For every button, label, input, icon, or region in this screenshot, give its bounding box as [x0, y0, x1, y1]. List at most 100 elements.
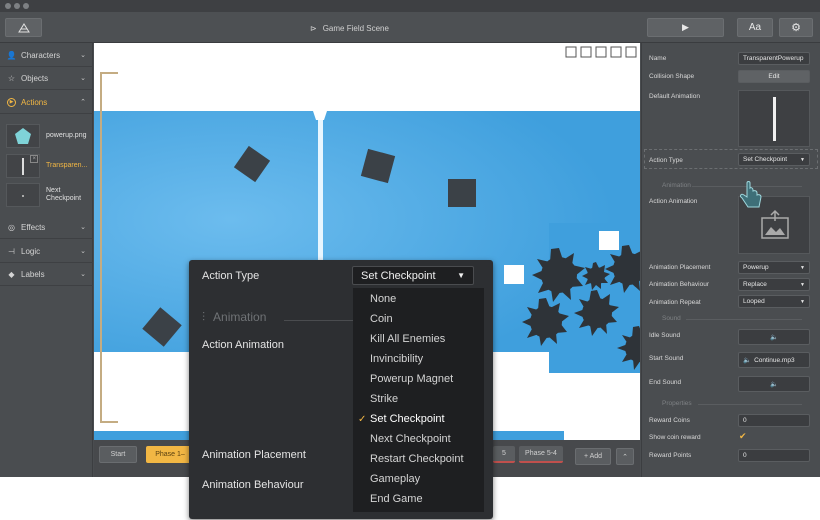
- selection-bracket-left: [100, 72, 118, 74]
- sidebar-item-objects[interactable]: ☆ Objects ⌄: [0, 67, 93, 90]
- sidebar-item-label: Logic: [21, 246, 41, 256]
- sidebar-item-labels[interactable]: ◆ Labels ⌄: [0, 263, 93, 286]
- animation-placement-dropdown[interactable]: Powerup ▼: [738, 261, 810, 274]
- sidebar-item-label: Actions: [21, 97, 48, 107]
- minimize-window-dot[interactable]: [14, 3, 20, 9]
- asset-next-checkpoint[interactable]: Next Checkpoint: [0, 182, 93, 208]
- option-coin[interactable]: Coin: [353, 309, 484, 329]
- chevron-down-icon: ⌄: [80, 271, 86, 278]
- idle-sound-field[interactable]: 🔈: [738, 329, 810, 345]
- selection-bracket-vertical: [100, 72, 102, 423]
- sidebar: 👤 Characters ⌄ ☆ Objects ⌄ ▶ Actions ⌃ p…: [0, 43, 93, 477]
- name-label: Name: [649, 55, 667, 62]
- option-none[interactable]: None: [353, 289, 484, 309]
- toolbar: ⊳ Game Field Scene ▶ Aa ⚙: [0, 12, 820, 43]
- option-restart-checkpoint[interactable]: Restart Checkpoint: [353, 449, 484, 469]
- start-phase-button[interactable]: Start: [99, 446, 137, 463]
- chevron-down-icon: ⌄: [80, 248, 86, 255]
- name-field[interactable]: TransparentPowerup: [738, 52, 810, 65]
- sidebar-item-actions[interactable]: ▶ Actions ⌃: [0, 91, 93, 114]
- show-coin-reward-label: Show coin reward: [649, 434, 701, 441]
- end-sound-field[interactable]: 🔈: [738, 376, 810, 392]
- phase-button[interactable]: 5: [493, 446, 515, 463]
- option-set-checkpoint[interactable]: ✓ Set Checkpoint: [353, 409, 484, 429]
- collapse-button[interactable]: ⌃: [616, 448, 634, 465]
- checkpoint-square: [599, 231, 619, 250]
- home-icon: [17, 22, 30, 32]
- phase-5-4-button[interactable]: Phase 5-4: [519, 446, 563, 463]
- tag-icon: ◆: [8, 269, 15, 279]
- sidebar-item-label: Characters: [21, 50, 61, 60]
- animation-repeat-dropdown[interactable]: Looped ▼: [738, 295, 810, 308]
- sidebar-item-characters[interactable]: 👤 Characters ⌄: [0, 44, 93, 67]
- phase-1-button[interactable]: Phase 1–: [146, 446, 194, 463]
- reward-coins-field[interactable]: 0: [738, 414, 810, 427]
- sliders-icon: ⫶: [202, 310, 206, 324]
- option-kill-all-enemies[interactable]: Kill All Enemies: [353, 329, 484, 349]
- animation-placement-label: Animation Placement: [649, 264, 711, 271]
- settings-button[interactable]: ⚙: [779, 18, 813, 37]
- action-type-options: None Coin Kill All Enemies Invincibility…: [353, 288, 484, 512]
- section-divider: [284, 320, 354, 321]
- option-gameplay[interactable]: Gameplay: [353, 469, 484, 489]
- end-sound-label: End Sound: [649, 379, 682, 386]
- show-coin-reward-checkbox[interactable]: ✔: [739, 431, 747, 442]
- home-button[interactable]: [5, 18, 42, 37]
- checkmark-icon: ✓: [358, 413, 367, 425]
- idle-sound-label: Idle Sound: [649, 332, 681, 339]
- popup-action-type-select[interactable]: Set Checkpoint ▼: [352, 266, 474, 285]
- chevron-down-icon: ⌄: [80, 75, 86, 82]
- close-window-dot[interactable]: [5, 3, 11, 9]
- option-next-checkpoint[interactable]: Next Checkpoint: [353, 429, 484, 449]
- hand-cursor-icon: [740, 181, 762, 208]
- default-animation-preview[interactable]: [738, 90, 810, 147]
- asset-label: Next Checkpoint: [46, 187, 82, 202]
- gear-icon: ⚙: [791, 22, 801, 34]
- action-type-label: Action Type: [649, 157, 683, 164]
- popup-action-animation-label: Action Animation: [202, 339, 284, 351]
- obstacle-box: [448, 179, 476, 207]
- action-type-dropdown[interactable]: Set Checkpoint ▼: [738, 153, 810, 166]
- animation-behaviour-label: Animation Behaviour: [649, 281, 709, 288]
- selection-bracket-bottom: [100, 421, 118, 423]
- popup-animation-section: ⫶ Animation: [202, 310, 267, 324]
- play-button[interactable]: ▶: [647, 18, 724, 37]
- add-phase-button[interactable]: + Add: [575, 448, 611, 465]
- speaker-icon: 🔈: [769, 334, 779, 341]
- action-type-popup: Action Type Set Checkpoint ▼ ⫶ Animation …: [189, 260, 493, 519]
- speaker-icon: 🔈: [769, 381, 779, 388]
- asset-powerup[interactable]: powerup.png: [0, 123, 93, 149]
- canvas-tool-icons: [565, 46, 637, 58]
- dropdown-arrow-icon: ▼: [800, 264, 805, 271]
- option-invincibility[interactable]: Invincibility: [353, 349, 484, 369]
- start-sound-label: Start Sound: [649, 355, 684, 362]
- action-animation-label: Action Animation: [649, 198, 698, 205]
- option-strike[interactable]: Strike: [353, 389, 484, 409]
- option-powerup-magnet[interactable]: Powerup Magnet: [353, 369, 484, 389]
- chevron-up-icon: ⌃: [622, 453, 628, 461]
- option-end-game[interactable]: End Game: [353, 489, 484, 509]
- asset-thumbnail: [6, 183, 40, 207]
- chevron-down-icon: ▼: [457, 271, 465, 280]
- close-icon[interactable]: ×: [30, 155, 38, 163]
- play-icon: ▶: [682, 22, 689, 32]
- sound-section-header: Sound: [662, 315, 802, 322]
- sidebar-item-logic[interactable]: ⊣ Logic ⌄: [0, 240, 93, 263]
- edit-collision-button[interactable]: Edit: [738, 70, 810, 83]
- speaker-icon: 🔈: [743, 357, 752, 364]
- zoom-window-dot[interactable]: [23, 3, 29, 9]
- sidebar-item-effects[interactable]: ◎ Effects ⌄: [0, 216, 93, 239]
- start-sound-field[interactable]: 🔈 Continue.mp3: [738, 352, 810, 368]
- play-circle-icon: ▶: [7, 97, 16, 107]
- title-bar: [0, 0, 820, 12]
- chevron-down-icon: ⌄: [80, 224, 86, 231]
- asset-transparent-powerup[interactable]: × Transparen...: [0, 153, 93, 179]
- font-button[interactable]: Aa: [737, 18, 773, 37]
- reward-points-field[interactable]: 0: [738, 449, 810, 462]
- sidebar-item-label: Objects: [21, 73, 49, 83]
- animation-section-header: Animation: [662, 182, 802, 189]
- asset-thumbnail: [6, 124, 40, 148]
- animation-behaviour-dropdown[interactable]: Replace ▼: [738, 278, 810, 291]
- scene-title: ⊳ Game Field Scene: [310, 24, 389, 33]
- chevron-down-icon: ⌄: [80, 52, 86, 59]
